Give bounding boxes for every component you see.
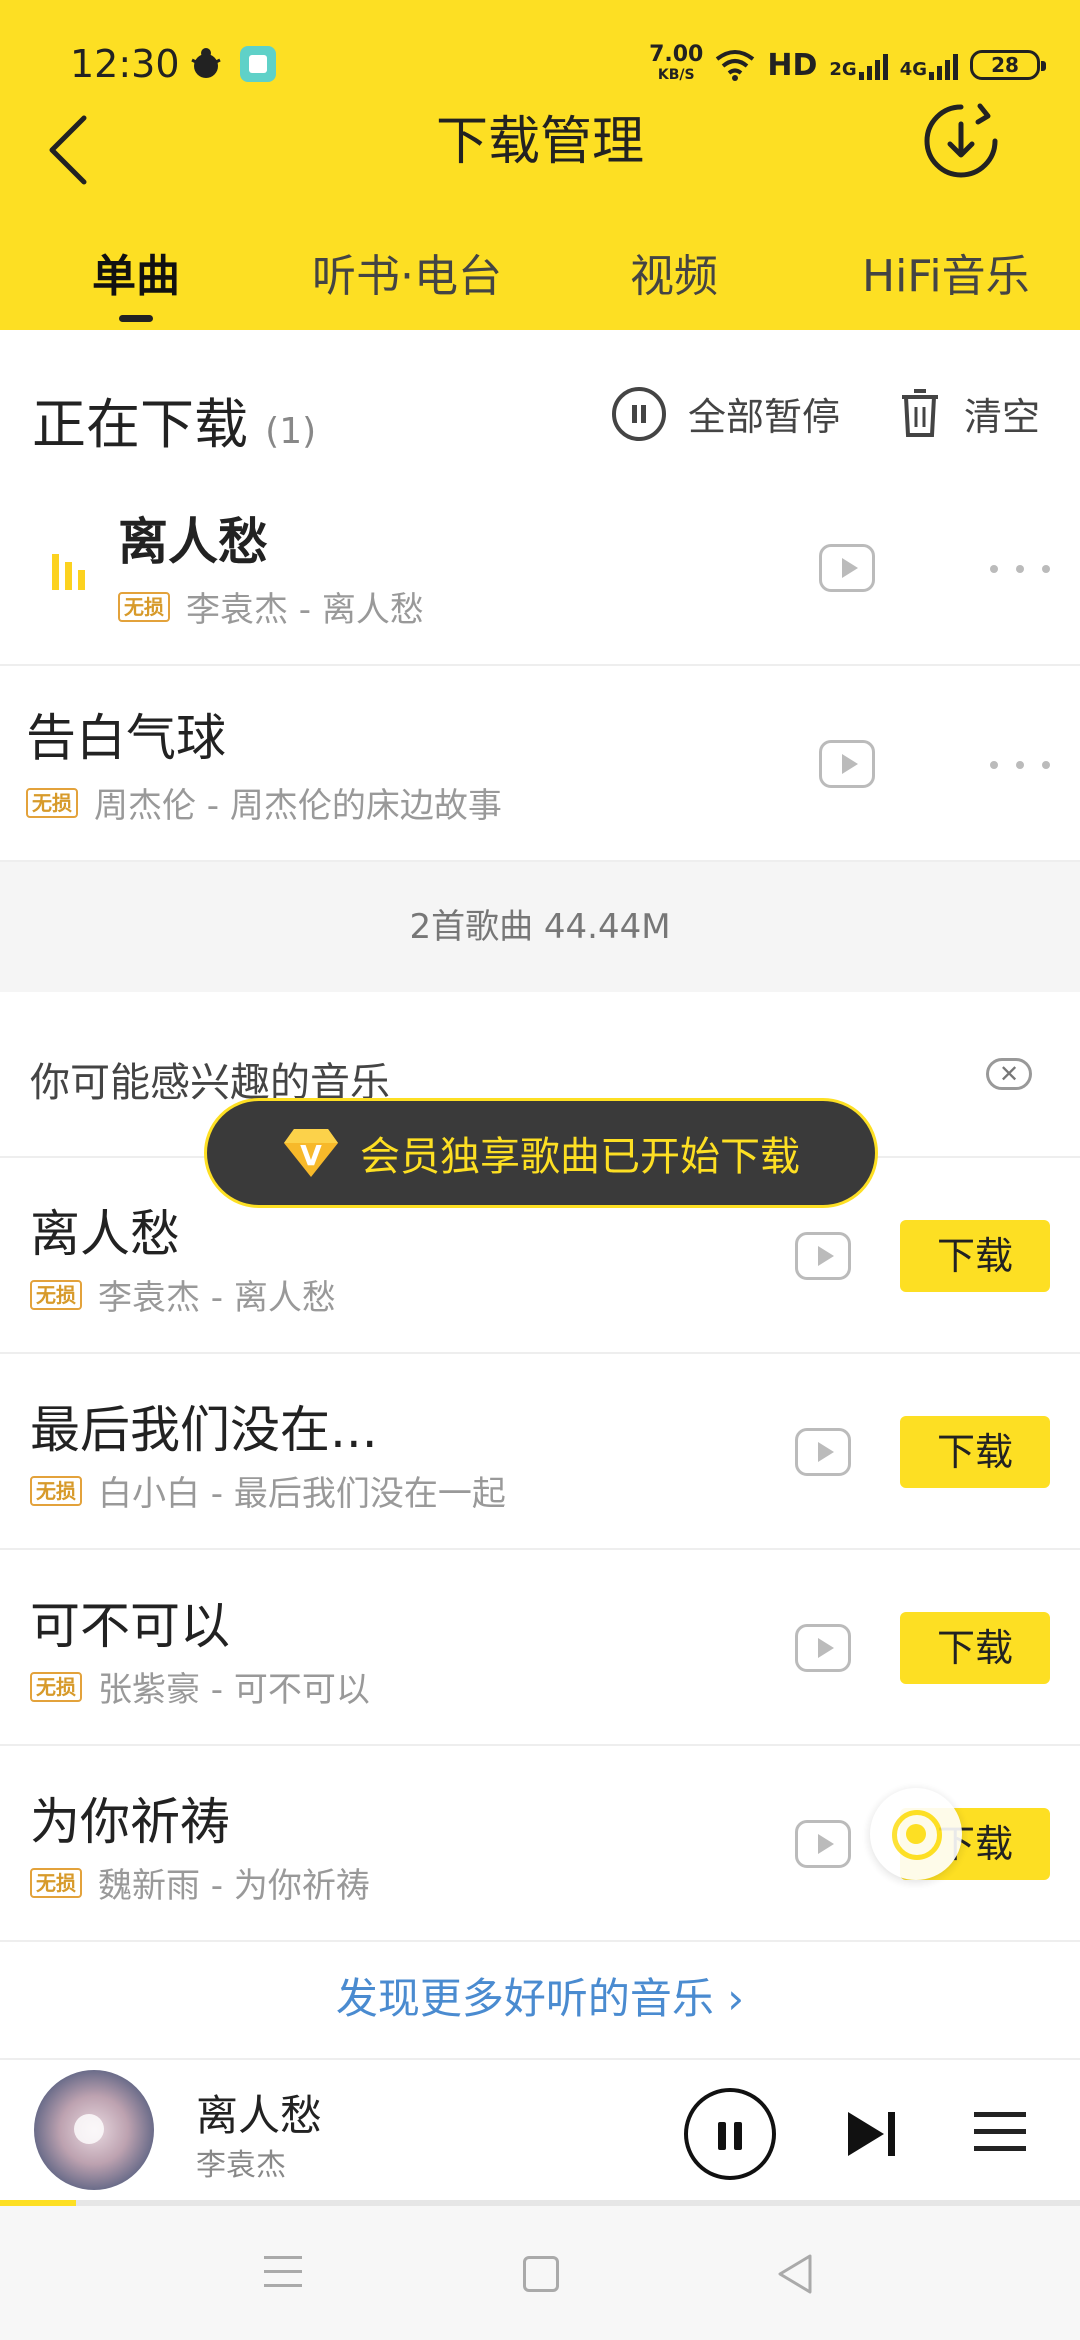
- section-count: (1): [265, 411, 317, 452]
- pause-all-label: 全部暂停: [688, 395, 841, 439]
- song-artist-album: 魏新雨 - 为你祈祷: [98, 1866, 370, 1906]
- download-summary: 2首歌曲 44.44M: [0, 862, 1080, 992]
- status-bar: 12:30 7.00 KB/S HD 2G 4G 28: [0, 0, 1080, 110]
- tab-bar: 单曲 听书·电台 视频 HiFi音乐: [0, 240, 1080, 330]
- pause-circle-icon: [612, 386, 666, 441]
- lossless-badge: 无损: [30, 1671, 82, 1702]
- downloading-equalizer-icon: [52, 550, 90, 590]
- mv-play-icon[interactable]: [819, 544, 875, 592]
- pause-button[interactable]: [684, 2088, 776, 2180]
- song-artist-album: 周杰伦 - 周杰伦的床边故事: [94, 786, 502, 826]
- recommend-item[interactable]: 最后我们没在... 无损 白小白 - 最后我们没在一起 下载: [0, 1354, 1080, 1550]
- wifi-icon: [716, 50, 755, 81]
- nav-home-icon[interactable]: [523, 2256, 559, 2292]
- vip-diamond-icon: V: [284, 1129, 338, 1177]
- mini-player[interactable]: 离人愁 李袁杰: [0, 2058, 1080, 2206]
- status-indicators: 7.00 KB/S HD 2G 4G 28: [649, 42, 1046, 88]
- mv-play-icon[interactable]: [795, 1232, 851, 1280]
- tab-video[interactable]: 视频: [630, 240, 718, 304]
- tab-hifi-music[interactable]: HiFi音乐: [862, 240, 1030, 304]
- lossless-badge: 无损: [118, 591, 170, 622]
- song-artist-album: 李袁杰 - 离人愁: [186, 590, 424, 630]
- song-title: 离人愁: [30, 1205, 180, 1263]
- status-time: 12:30: [70, 42, 180, 86]
- mv-play-icon[interactable]: [795, 1624, 851, 1672]
- download-refresh-icon[interactable]: [922, 102, 1000, 180]
- song-subtitle: 无损 周杰伦 - 周杰伦的床边故事: [26, 778, 502, 827]
- signal-2g-label: 2G: [829, 59, 857, 80]
- toast: V 会员独享歌曲已开始下载: [204, 1098, 878, 1208]
- signal-2g: 2G: [829, 50, 888, 80]
- song-title: 离人愁: [118, 513, 268, 571]
- nav-back-icon[interactable]: [776, 2252, 816, 2296]
- active-tab-indicator: [119, 315, 153, 322]
- song-subtitle: 无损 白小白 - 最后我们没在一起: [30, 1466, 506, 1515]
- floating-assistant-icon[interactable]: [870, 1788, 962, 1880]
- bug-app-icon: [191, 48, 221, 78]
- lossless-badge: 无损: [30, 1475, 82, 1506]
- clear-label: 清空: [964, 395, 1041, 439]
- section-title: 正在下载 (1): [32, 380, 316, 459]
- downloading-header: 正在下载 (1) 全部暂停 清空: [0, 330, 1080, 480]
- song-artist-album: 白小白 - 最后我们没在一起: [98, 1474, 506, 1514]
- clear-button[interactable]: 清空: [900, 386, 1040, 441]
- more-options-icon[interactable]: [990, 562, 1050, 576]
- mv-play-icon[interactable]: [819, 740, 875, 788]
- tab-singles[interactable]: 单曲: [92, 240, 180, 304]
- discover-more-link[interactable]: 发现更多好听的音乐 ›: [0, 1940, 1080, 2058]
- player-artist: 李袁杰: [196, 2148, 286, 2183]
- mv-play-icon[interactable]: [795, 1820, 851, 1868]
- song-subtitle: 无损 魏新雨 - 为你祈祷: [30, 1858, 370, 1907]
- song-title: 为你祈祷: [30, 1793, 230, 1851]
- playlist-icon[interactable]: [974, 2112, 1026, 2156]
- player-song-title: 离人愁: [196, 2091, 323, 2140]
- download-button[interactable]: 下载: [900, 1612, 1050, 1684]
- song-subtitle: 无损 张紫豪 - 可不可以: [30, 1662, 370, 1711]
- net-speed-unit: KB/S: [657, 67, 695, 83]
- tab-audiobook-radio[interactable]: 听书·电台: [312, 240, 502, 304]
- album-cover[interactable]: [34, 2070, 154, 2190]
- net-speed: 7.00 KB/S: [649, 42, 704, 85]
- song-subtitle: 无损 李袁杰 - 离人愁: [30, 1270, 336, 1319]
- next-track-icon[interactable]: [844, 2106, 900, 2162]
- vip-letter: V: [300, 1139, 322, 1172]
- section-title-text: 正在下载: [32, 393, 248, 456]
- nav-menu-icon[interactable]: [264, 2256, 302, 2290]
- signal-4g: 4G: [900, 50, 958, 80]
- downloading-item[interactable]: 离人愁 无损 李袁杰 - 离人愁: [0, 470, 1080, 666]
- header: 下载管理 单曲 听书·电台 视频 HiFi音乐: [0, 103, 1080, 330]
- trash-icon: [902, 388, 938, 437]
- recommend-item[interactable]: 可不可以 无损 张紫豪 - 可不可以 下载: [0, 1550, 1080, 1746]
- hd-indicator: HD: [767, 47, 818, 83]
- downloaded-item[interactable]: 告白气球 无损 周杰伦 - 周杰伦的床边故事: [0, 666, 1080, 862]
- song-subtitle: 无损 李袁杰 - 离人愁: [118, 582, 424, 631]
- song-title: 可不可以: [30, 1597, 230, 1655]
- app-notification-icon: [240, 46, 276, 82]
- download-button[interactable]: 下载: [900, 1416, 1050, 1488]
- toast-text: 会员独享歌曲已开始下载: [360, 1134, 800, 1180]
- battery-icon: 28: [970, 50, 1046, 80]
- more-options-icon[interactable]: [990, 758, 1050, 772]
- system-nav-bar: [0, 2206, 1080, 2340]
- page-title: 下载管理: [435, 112, 644, 172]
- song-title: 最后我们没在...: [30, 1401, 378, 1459]
- lossless-badge: 无损: [26, 787, 78, 818]
- mv-play-icon[interactable]: [795, 1428, 851, 1476]
- lossless-badge: 无损: [30, 1279, 82, 1310]
- download-button[interactable]: 下载: [900, 1220, 1050, 1292]
- song-title: 告白气球: [26, 709, 226, 767]
- lossless-badge: 无损: [30, 1867, 82, 1898]
- close-icon[interactable]: ✕: [986, 1058, 1032, 1090]
- song-artist-album: 李袁杰 - 离人愁: [98, 1278, 336, 1318]
- signal-4g-label: 4G: [899, 59, 927, 80]
- net-speed-value: 7.00: [649, 42, 704, 67]
- pause-all-button[interactable]: 全部暂停: [612, 386, 840, 441]
- song-artist-album: 张紫豪 - 可不可以: [98, 1670, 370, 1710]
